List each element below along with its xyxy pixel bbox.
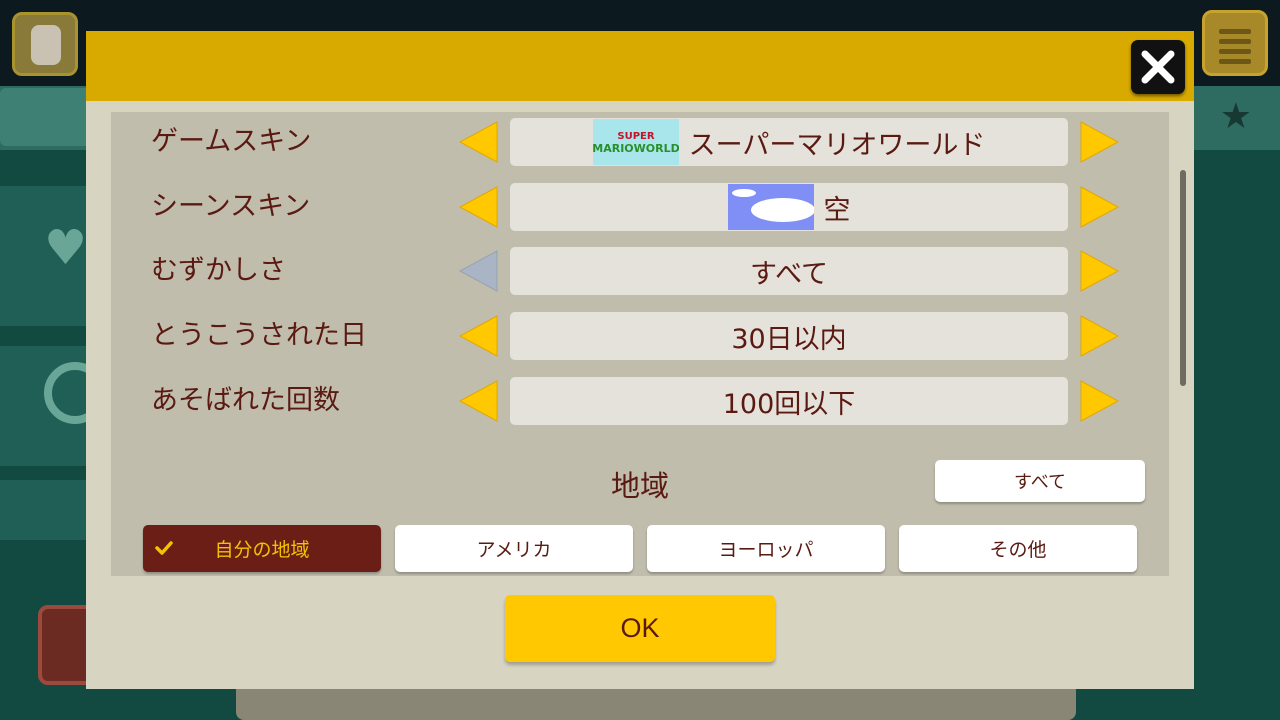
triangle-right-icon [1080,121,1120,163]
ok-button[interactable]: OK [505,595,775,662]
play-count-value[interactable]: 100回以下 [510,377,1068,425]
difficulty-right-arrow-button[interactable] [1080,249,1120,293]
region-option-america[interactable]: アメリカ [395,525,633,572]
scene-skin-label: シーンスキン [151,191,311,222]
game-skin-label: ゲームスキン [151,126,312,157]
svg-text:MARIOWORLD: MARIOWORLD [593,142,679,155]
game-skin-left-arrow-button[interactable] [458,120,498,164]
region-option-label: 自分の地域 [214,539,310,561]
game-skin-right-arrow-button[interactable] [1080,120,1120,164]
dialog-header [86,31,1194,101]
region-option-label: ヨーロッパ [718,539,814,561]
triangle-left-icon [458,250,498,292]
triangle-right-icon [1080,380,1120,422]
play-count-left-arrow-button[interactable] [458,379,498,423]
region-title: 地域 [610,469,669,503]
scene-skin-value-text: 空 [823,194,851,226]
region-option-my-region[interactable]: 自分の地域 [143,525,381,572]
svg-text:SUPER: SUPER [617,131,654,142]
triangle-left-icon [458,186,498,228]
triangle-left-icon [458,121,498,163]
triangle-right-icon [1080,186,1120,228]
scene-skin-value[interactable]: 空 [510,183,1068,231]
play-count-label: あそばれた回数 [151,385,340,416]
difficulty-value-text: すべて [749,258,829,290]
triangle-right-icon [1080,250,1120,292]
triangle-left-icon [458,380,498,422]
upload-date-right-arrow-button[interactable] [1080,314,1120,358]
super-mario-world-logo-icon: SUPER MARIOWORLD [592,119,679,165]
background-avatar [12,12,78,76]
region-option-europe[interactable]: ヨーロッパ [647,525,885,572]
scene-skin-right-arrow-button[interactable] [1080,185,1120,229]
play-count-right-arrow-button[interactable] [1080,379,1120,423]
region-option-label: その他 [989,539,1047,561]
sky-scene-icon [727,184,815,230]
difficulty-label: むずかしさ [151,255,286,286]
triangle-left-icon [458,315,498,357]
triangle-right-icon [1080,315,1120,357]
region-option-label: アメリカ [476,539,552,561]
upload-date-left-arrow-button[interactable] [458,314,498,358]
upload-date-value[interactable]: 30日以内 [510,312,1068,360]
region-all-button[interactable]: すべて [935,460,1145,502]
background-menu-button [1202,10,1268,76]
background-star-icon: ★ [1219,96,1252,137]
background-heart-icon: ♥ [44,220,88,276]
close-button[interactable] [1131,40,1185,94]
close-x-icon [1141,50,1175,84]
region-option-other[interactable]: その他 [899,525,1137,572]
scrollbar-thumb[interactable] [1180,170,1186,386]
check-icon [155,541,173,555]
game-skin-value-text: スーパーマリオワールド [688,129,986,161]
upload-date-label: とうこうされた日 [151,320,367,351]
difficulty-value[interactable]: すべて [510,247,1068,295]
play-count-value-text: 100回以下 [722,388,856,420]
scene-skin-left-arrow-button[interactable] [458,185,498,229]
upload-date-value-text: 30日以内 [731,323,847,355]
game-skin-value[interactable]: SUPER MARIOWORLD スーパーマリオワールド [510,118,1068,166]
difficulty-left-arrow-button [458,249,498,293]
